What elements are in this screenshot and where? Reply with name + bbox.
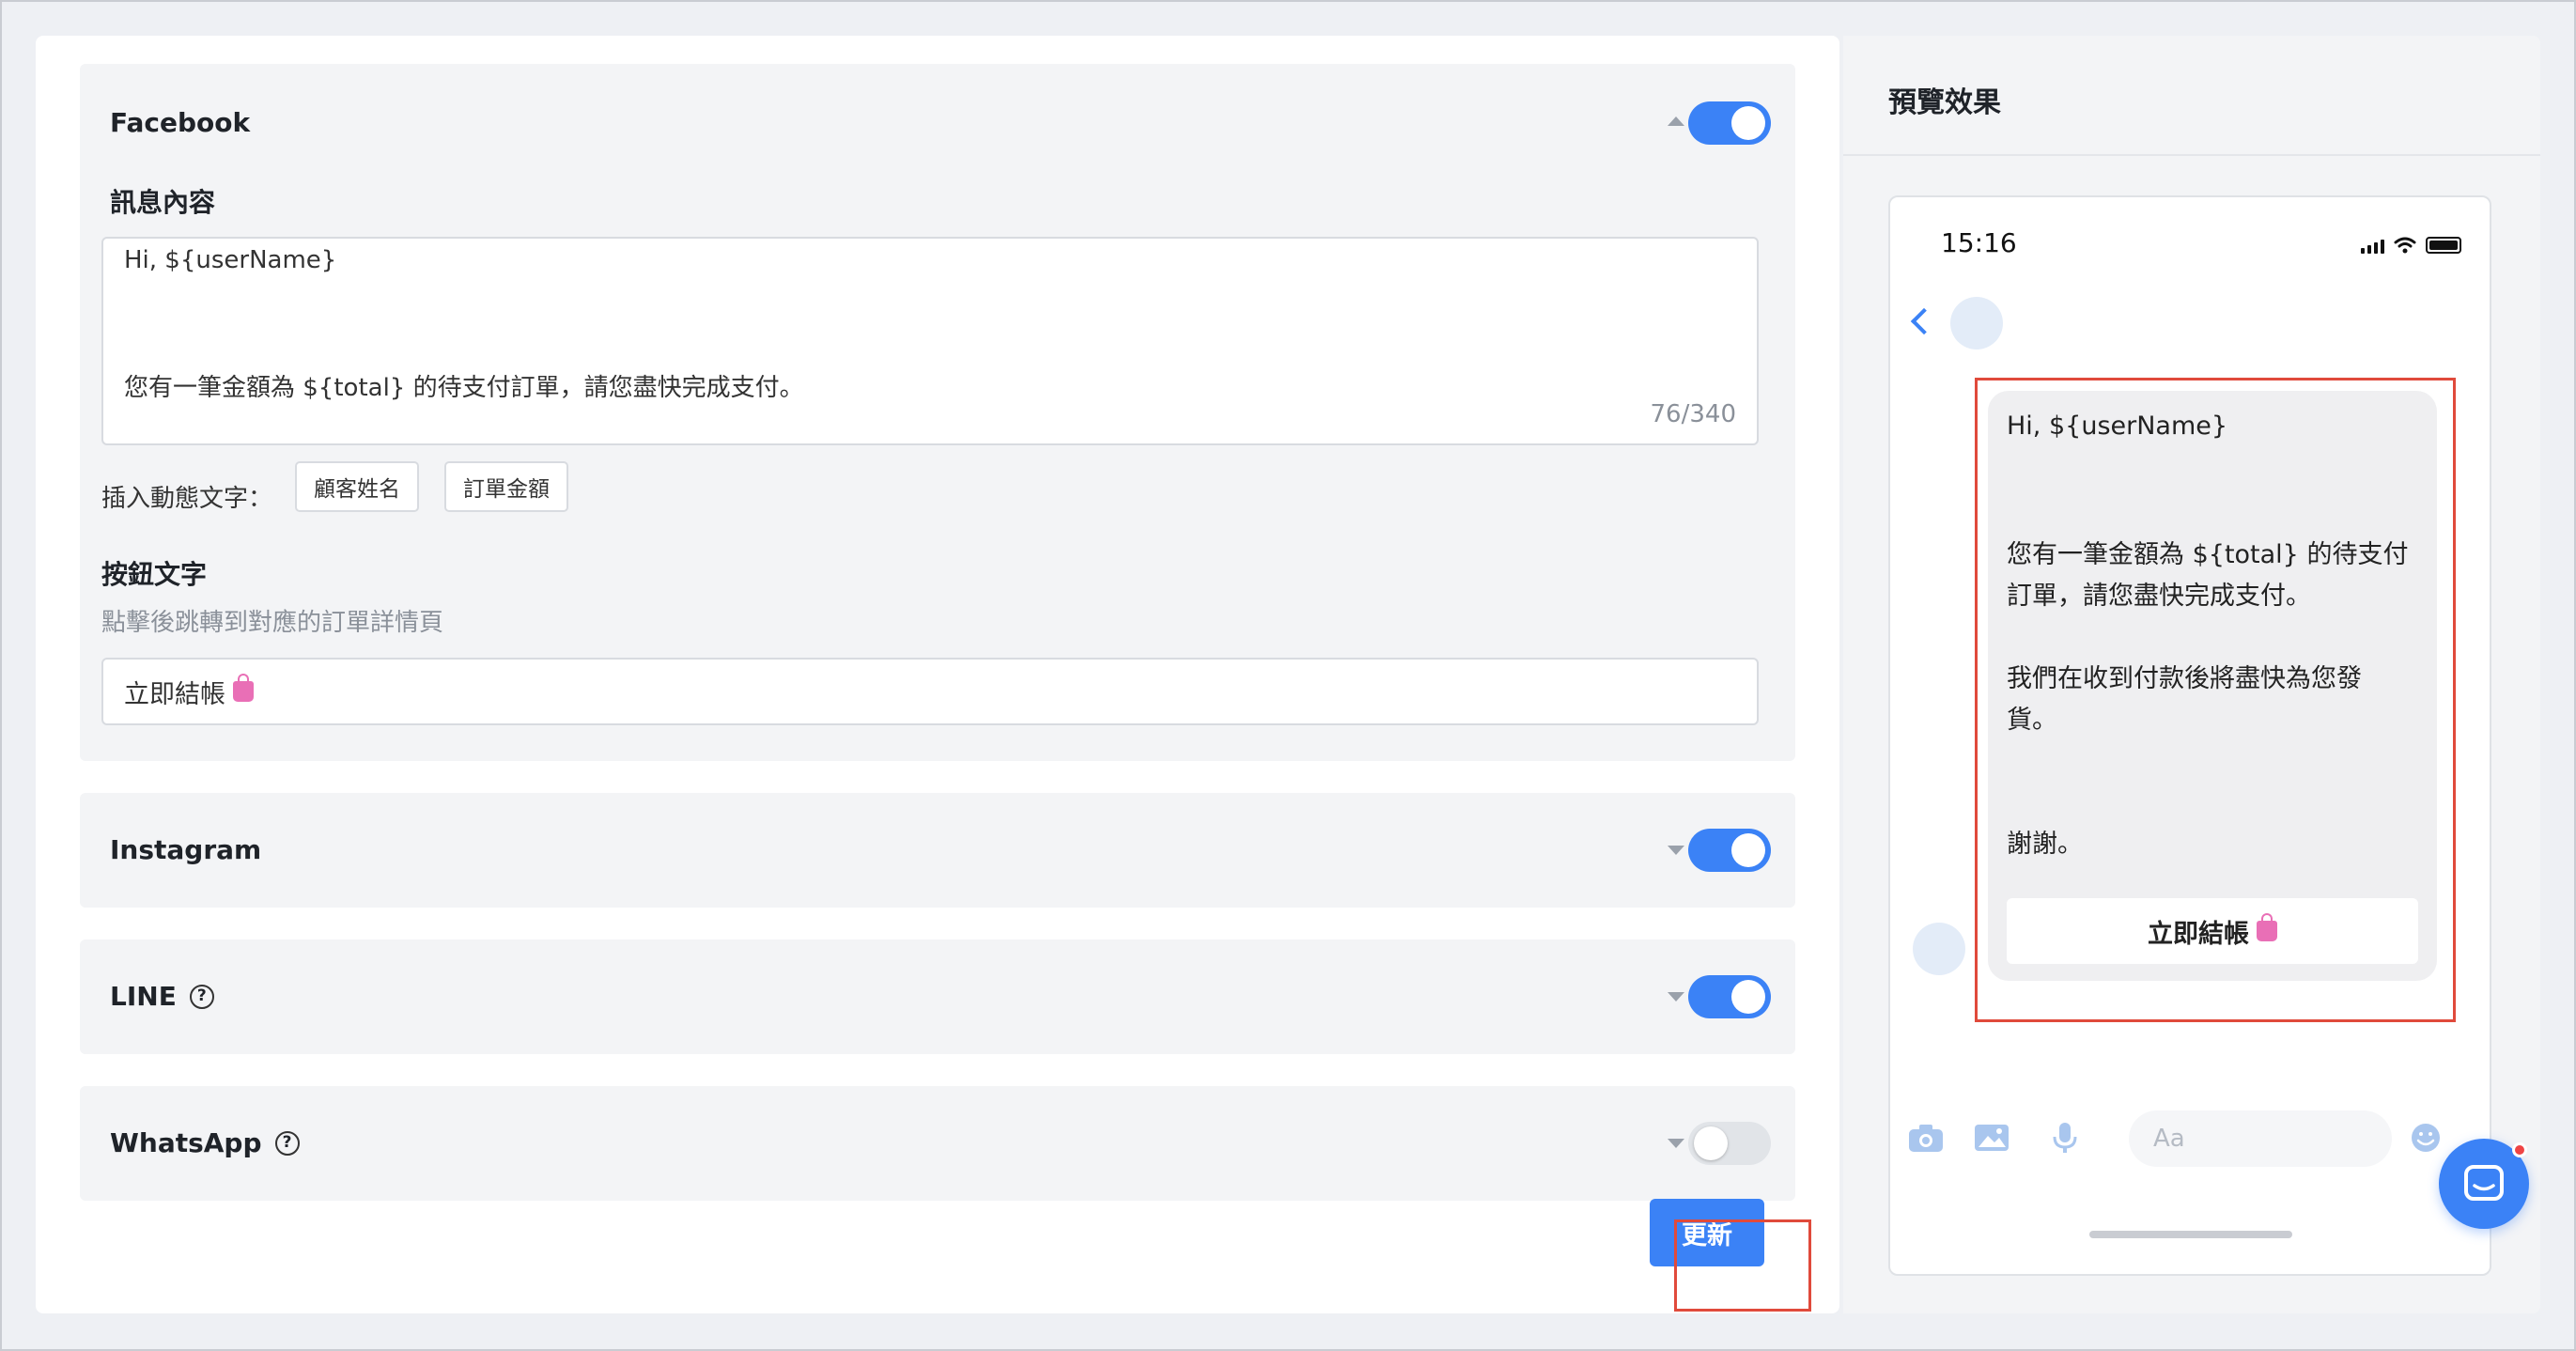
microphone-icon[interactable] (2046, 1122, 2084, 1154)
line-toggle[interactable] (1688, 975, 1771, 1018)
line-title: LINE ? (110, 981, 214, 1012)
char-counter: 76/340 (1650, 400, 1736, 428)
message-content-label: 訊息內容 (110, 187, 216, 218)
insert-dynamic-text-label: 插入動態文字： (101, 485, 273, 513)
message-line-body: 您有一筆金額為 ${total} 的待支付訂單，請您盡快完成支付。 (124, 374, 804, 402)
status-icons (2361, 237, 2461, 254)
chip-customer-name[interactable]: 顧客姓名 (295, 461, 419, 512)
message-textarea[interactable]: Hi, ${userName} 您有一筆金額為 ${total} 的待支付訂單，… (101, 237, 1759, 445)
channel-settings-card: Facebook 訊息內容 Hi, ${userName} 您有一筆金額為 ${… (36, 36, 1839, 1313)
preview-card: 預覽效果 15:16 Hi, ${userName} 您有一筆金額為 ${tot… (1843, 36, 2540, 1313)
highlight-message-bubble (1975, 378, 2456, 1022)
button-text-label: 按鈕文字 (101, 559, 208, 590)
chip-order-amount[interactable]: 訂單金額 (444, 461, 568, 512)
wifi-icon (2394, 237, 2416, 254)
instagram-section[interactable]: Instagram (80, 793, 1795, 908)
instagram-toggle[interactable] (1688, 829, 1771, 872)
help-circle-icon[interactable]: ? (189, 984, 214, 1009)
notification-dot (2512, 1142, 2527, 1157)
facebook-toggle[interactable] (1688, 101, 1771, 145)
facebook-label: Facebook (110, 107, 251, 138)
camera-icon[interactable] (1907, 1122, 1945, 1154)
button-text-hint: 點擊後跳轉到對應的訂單詳情頁 (101, 609, 444, 637)
expand-chevron-icon[interactable] (1668, 1139, 1684, 1148)
battery-icon (2426, 237, 2461, 254)
help-circle-icon[interactable]: ? (274, 1130, 300, 1156)
avatar (1950, 297, 2003, 349)
emoji-icon[interactable] (2407, 1122, 2444, 1154)
message-composer-input[interactable]: Aa (2129, 1110, 2392, 1167)
expand-chevron-icon[interactable] (1668, 846, 1684, 855)
line-section[interactable]: LINE ? (80, 939, 1795, 1054)
button-text-input[interactable]: 立即結帳 (101, 658, 1759, 725)
message-line-greeting: Hi, ${userName} (124, 246, 337, 274)
button-text-value: 立即結帳 (124, 679, 225, 709)
line-label: LINE (110, 981, 177, 1012)
expand-chevron-icon[interactable] (1668, 992, 1684, 1002)
instagram-label: Instagram (110, 834, 262, 865)
whatsapp-label: WhatsApp (110, 1127, 262, 1158)
highlight-update-button (1674, 1219, 1811, 1312)
status-time: 15:16 (1941, 227, 2017, 258)
whatsapp-section[interactable]: WhatsApp ? (80, 1086, 1795, 1201)
whatsapp-toggle[interactable] (1688, 1122, 1771, 1165)
composer-bar: Aa (1907, 1110, 2471, 1167)
chat-support-button[interactable] (2439, 1139, 2529, 1229)
shopping-bag-icon (233, 674, 254, 702)
back-chevron-icon[interactable] (1910, 307, 1938, 335)
preview-title: 預覽效果 (1888, 86, 2001, 119)
home-indicator (2089, 1231, 2292, 1238)
image-icon[interactable] (1973, 1122, 2010, 1154)
signal-icon (2361, 240, 2384, 254)
collapse-chevron-icon[interactable] (1668, 116, 1684, 126)
chat-bubble-icon (2464, 1165, 2504, 1201)
divider (1843, 154, 2540, 156)
facebook-title: Facebook (110, 107, 250, 138)
avatar (1913, 923, 1965, 975)
instagram-title: Instagram (110, 834, 261, 865)
whatsapp-title: WhatsApp ? (110, 1127, 300, 1158)
